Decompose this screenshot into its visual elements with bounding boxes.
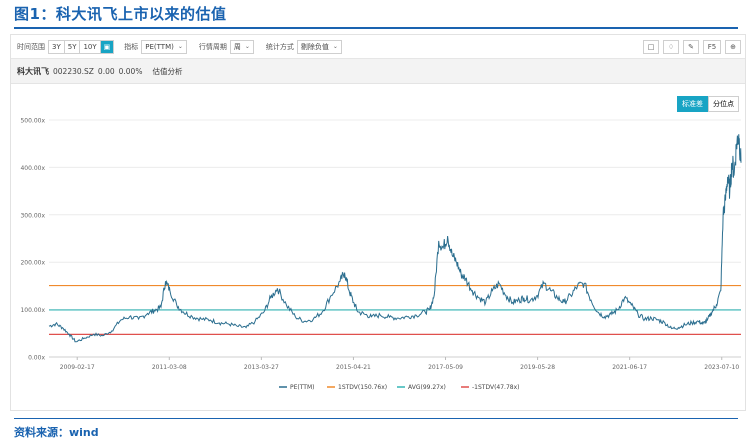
- toolbar: 时间范围 3Y 5Y 10Y ▣ 指标 PE(TTM) ⌄ 行情周期 周 ⌄ 统…: [11, 35, 745, 59]
- x-tick-label: 2011-03-08: [152, 364, 187, 371]
- stock-info-bar: 科大讯飞 002230.SZ 0.00 0.00% 估值分析: [11, 59, 745, 84]
- range-option-5y[interactable]: 5Y: [65, 40, 81, 53]
- edit-icon[interactable]: ✎: [683, 39, 699, 54]
- legend-label: AVG(99.27x): [408, 384, 446, 391]
- legend-label: PE(TTM): [290, 384, 315, 391]
- stat-dropdown[interactable]: 剔除负值 ⌄: [296, 39, 342, 54]
- period-label: 行情周期: [198, 42, 227, 51]
- valuation-panel: 时间范围 3Y 5Y 10Y ▣ 指标 PE(TTM) ⌄ 行情周期 周 ⌄ 统…: [10, 34, 746, 411]
- stock-name: 科大讯飞: [17, 66, 49, 76]
- bell-icon[interactable]: ♢: [663, 39, 679, 54]
- stock-price: 0.00: [97, 66, 115, 76]
- stock-code: 002230.SZ: [53, 66, 94, 76]
- mode-percentile-button[interactable]: 分位点: [708, 96, 739, 112]
- mode-switch: 标准差 分位点: [677, 96, 739, 112]
- chart-area: 标准差 分位点 0.00x 100.00x 200.00x 300.00x 400.00…: [11, 85, 745, 411]
- x-tick-label: 2019-05-28: [520, 364, 555, 371]
- chevron-down-icon: ⌄: [332, 43, 338, 50]
- chevron-down-icon: ⌄: [244, 43, 250, 50]
- y-tick-label: 100.00x: [20, 307, 45, 314]
- stock-change: 0.00%: [118, 66, 143, 76]
- period-dropdown[interactable]: 周 ⌄: [229, 39, 254, 54]
- stat-value: 剔除负值: [300, 42, 329, 51]
- legend-label: -1STDV(47.78x): [472, 384, 519, 391]
- indicator-label: 指标: [124, 42, 139, 51]
- legend-label: 1STDV(150.76x): [338, 384, 387, 391]
- x-tick-label: 2023-07-10: [704, 364, 739, 371]
- toolbar-right: □ ♢ ✎ F5 ⊕: [639, 39, 741, 54]
- add-icon[interactable]: ⊕: [725, 39, 741, 54]
- x-tick-label: 2009-02-17: [60, 364, 95, 371]
- indicator-dropdown[interactable]: PE(TTM) ⌄: [141, 39, 187, 54]
- y-tick-label: 0.00x: [28, 355, 45, 362]
- range-option-10y[interactable]: 10Y: [80, 40, 101, 53]
- x-tick-label: 2013-03-27: [244, 364, 279, 371]
- tab-valuation-analysis[interactable]: 估值分析: [152, 66, 182, 77]
- time-range-label: 时间范围: [17, 42, 45, 51]
- source-rule: [14, 418, 738, 419]
- x-tick-label: 2017-05-09: [428, 364, 463, 371]
- export-icon[interactable]: □: [643, 39, 659, 54]
- chevron-down-icon: ⌄: [177, 43, 183, 50]
- y-tick-label: 300.00x: [20, 212, 45, 219]
- indicator-value: PE(TTM): [145, 42, 174, 51]
- title-rule: [14, 27, 738, 29]
- stat-label: 统计方式: [265, 42, 294, 51]
- pe-chart: 0.00x 100.00x 200.00x 300.00x 400.00x 500.00x…: [20, 118, 742, 391]
- period-value: 周: [233, 42, 241, 51]
- y-tick-label: 500.00x: [20, 118, 45, 125]
- y-tick-label: 200.00x: [20, 260, 45, 267]
- y-tick-label: 400.00x: [20, 165, 45, 172]
- source-note: 资料来源：wind: [14, 426, 99, 439]
- figure-title: 图1：科大讯飞上市以来的估值: [14, 5, 227, 23]
- range-selector: 3Y 5Y 10Y ▣: [48, 39, 115, 54]
- x-tick-label: 2015-04-21: [336, 364, 371, 371]
- calendar-icon[interactable]: ▣: [100, 40, 114, 53]
- mode-std-button[interactable]: 标准差: [677, 96, 708, 112]
- x-tick-label: 2021-06-17: [612, 364, 647, 371]
- range-option-3y[interactable]: 3Y: [49, 40, 65, 53]
- refresh-button[interactable]: F5: [703, 39, 721, 54]
- pe-series-line: [48, 134, 742, 343]
